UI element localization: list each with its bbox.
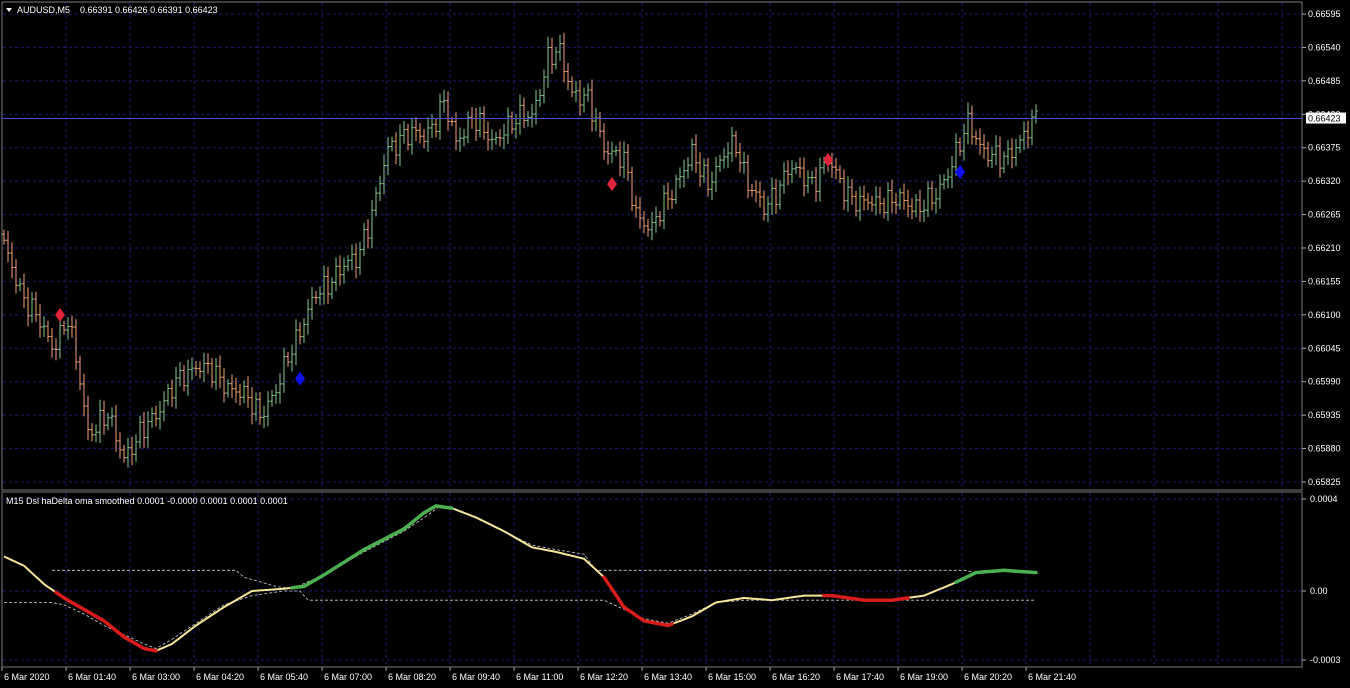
price-tick-label: 0.66595 (1308, 9, 1341, 19)
time-tick-label: 6 Mar 13:40 (644, 672, 692, 682)
price-tick-label: 0.66100 (1308, 310, 1341, 320)
time-tick-label: 6 Mar 21:40 (1028, 672, 1076, 682)
price-tick-label: 0.66375 (1308, 143, 1341, 153)
price-tick-label: 0.66210 (1308, 243, 1341, 253)
price-tick-label: 0.66485 (1308, 76, 1341, 86)
time-tick-label: 6 Mar 12:20 (580, 672, 628, 682)
indicator-tick-label: 0.00 (1310, 586, 1328, 596)
price-tick-label: 0.66155 (1308, 276, 1341, 286)
time-tick-label: 6 Mar 01:40 (68, 672, 116, 682)
time-tick-label: 6 Mar 17:40 (836, 672, 884, 682)
price-tick-label: 0.66045 (1308, 343, 1341, 353)
time-tick-label: 6 Mar 16:20 (772, 672, 820, 682)
time-tick-label: 6 Mar 11:00 (516, 672, 563, 682)
time-tick-label: 6 Mar 05:40 (260, 672, 308, 682)
time-tick-label: 6 Mar 08:20 (388, 672, 436, 682)
current-price-text: 0.66423 (1308, 114, 1341, 124)
price-tick-label: 0.65825 (1308, 477, 1341, 487)
price-axis: 0.665950.665400.664850.664300.663750.663… (1302, 9, 1341, 487)
time-tick-label: 6 Mar 09:40 (452, 672, 500, 682)
time-tick-label: 6 Mar 03:00 (132, 672, 180, 682)
time-tick-label: 6 Mar 19:00 (900, 672, 948, 682)
trading-chart-window[interactable]: AUDUSD,M5 0.66391 0.66426 0.66391 0.6642… (0, 0, 1350, 688)
price-tick-label: 0.65935 (1308, 410, 1341, 420)
time-tick-label: 6 Mar 2020 (4, 672, 50, 682)
symbol-label: AUDUSD,M5 (17, 5, 70, 15)
price-tick-label: 0.65880 (1308, 444, 1341, 454)
price-tick-label: 0.66540 (1308, 42, 1341, 52)
ohlc-values: 0.66391 0.66426 0.66391 0.66423 (80, 5, 218, 15)
time-tick-label: 6 Mar 07:00 (324, 672, 372, 682)
price-tick-label: 0.66320 (1308, 176, 1341, 186)
price-tick-label: 0.66265 (1308, 210, 1341, 220)
indicator-tick-label: 0.0004 (1310, 494, 1338, 504)
current-price-tag: 0.66423 (1306, 112, 1346, 124)
time-tick-label: 6 Mar 04:20 (196, 672, 244, 682)
chart-background (0, 0, 1350, 688)
indicator-header: M15 Dsl haDelta oma smoothed 0.0001 -0.0… (6, 496, 288, 506)
price-tick-label: 0.65990 (1308, 377, 1341, 387)
indicator-tick-label: -0.0003 (1310, 655, 1341, 665)
time-tick-label: 6 Mar 15:00 (708, 672, 756, 682)
chart-header: AUDUSD,M5 0.66391 0.66426 0.66391 0.6642… (6, 5, 218, 15)
time-tick-label: 6 Mar 20:20 (964, 672, 1012, 682)
